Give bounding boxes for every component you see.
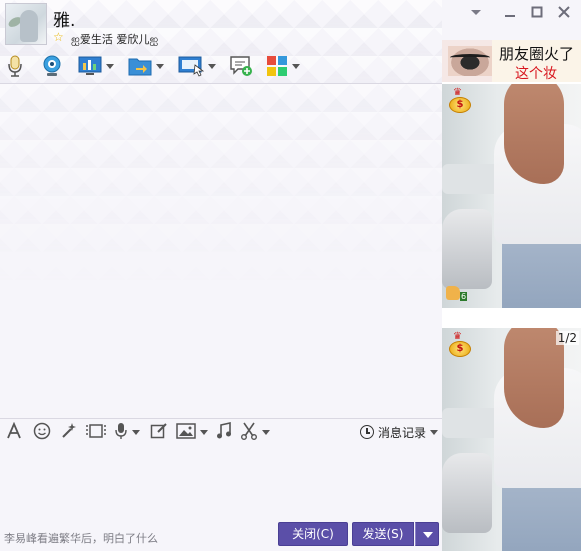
star-icon: ☆: [53, 30, 64, 44]
send-options-button[interactable]: [415, 522, 439, 546]
font-icon: [6, 421, 22, 443]
ad-banner[interactable]: 朋友圈火了 这个妆: [442, 40, 581, 82]
input-toolbar: 消息记录: [0, 418, 442, 444]
voice-call-button[interactable]: [6, 53, 24, 79]
edit-button[interactable]: [150, 422, 168, 443]
thumbs-up-icon: [446, 286, 460, 300]
send-button[interactable]: 发送(S): [352, 522, 414, 546]
image-icon: [176, 422, 196, 443]
magic-icon: [60, 422, 78, 443]
emoji-button[interactable]: [33, 422, 51, 443]
chat-add-button[interactable]: [229, 53, 253, 79]
voice-message-button[interactable]: [114, 422, 140, 443]
like-button[interactable]: 6: [446, 284, 468, 302]
video-clip-button[interactable]: [86, 423, 106, 441]
message-history-label: 消息记录: [378, 425, 427, 440]
contact-photo[interactable]: ♛ $ 1/2: [442, 328, 581, 551]
clock-icon: [360, 425, 374, 439]
chevron-down-icon: [423, 532, 433, 538]
screenshot-icon: [240, 422, 258, 443]
chat-toolbar: [0, 50, 442, 82]
vip-badge-icon: ♛ $: [447, 87, 473, 113]
edit-icon: [150, 422, 168, 443]
voice-icon: [114, 422, 128, 443]
ad-title: 朋友圈火了: [499, 45, 575, 63]
magic-button[interactable]: [60, 422, 78, 443]
close-window-button[interactable]: [556, 6, 572, 20]
vip-badge-icon: ♛ $: [447, 331, 473, 357]
maximize-button[interactable]: [529, 6, 545, 20]
page-indicator: 1/2: [555, 331, 579, 345]
remote-desktop-button[interactable]: [178, 53, 216, 79]
apps-button[interactable]: [266, 53, 300, 79]
music-icon: [216, 421, 232, 443]
message-input[interactable]: [0, 445, 442, 519]
contact-name[interactable]: 雅.: [53, 6, 75, 31]
file-transfer-button[interactable]: [128, 53, 164, 79]
file-transfer-icon: [128, 55, 152, 77]
video-clip-icon: [86, 422, 106, 443]
emoji-icon: [33, 422, 51, 443]
chat-window: 雅. ☆ ஐ爱生活 爱欣儿ஐ 消息记录 李易峰看遍繁华后，明白了什么 关闭(C)…: [0, 0, 581, 551]
contact-signature: ஐ爱生活 爱欣儿ஐ: [71, 33, 159, 46]
like-count: 6: [460, 292, 468, 301]
message-history-area[interactable]: [0, 84, 442, 417]
ad-image: [448, 46, 492, 76]
close-button[interactable]: 关闭(C): [278, 522, 348, 546]
screen-share-button[interactable]: [78, 53, 114, 79]
music-button[interactable]: [216, 421, 232, 443]
remote-desktop-icon: [178, 55, 204, 77]
apps-icon: [266, 55, 288, 77]
chat-add-icon: [229, 55, 253, 77]
font-button[interactable]: [6, 421, 22, 443]
contact-photo[interactable]: ♛ $ 6: [442, 84, 581, 308]
message-history-button[interactable]: 消息记录: [360, 423, 439, 441]
avatar[interactable]: [5, 3, 47, 45]
screenshot-button[interactable]: [240, 422, 270, 443]
tip-text[interactable]: 李易峰看遍繁华后，明白了什么: [4, 530, 158, 546]
right-panel: 朋友圈火了 这个妆 ♛ $ 6 ♛ $ 1/2: [442, 40, 581, 551]
screen-share-icon: [78, 55, 102, 77]
minimize-button[interactable]: [502, 6, 518, 20]
video-call-icon: [41, 54, 63, 78]
video-call-button[interactable]: [41, 53, 63, 79]
image-button[interactable]: [176, 422, 208, 443]
microphone-icon: [6, 54, 24, 78]
menu-button[interactable]: [468, 6, 484, 20]
ad-subtitle: 这个妆: [515, 66, 557, 82]
